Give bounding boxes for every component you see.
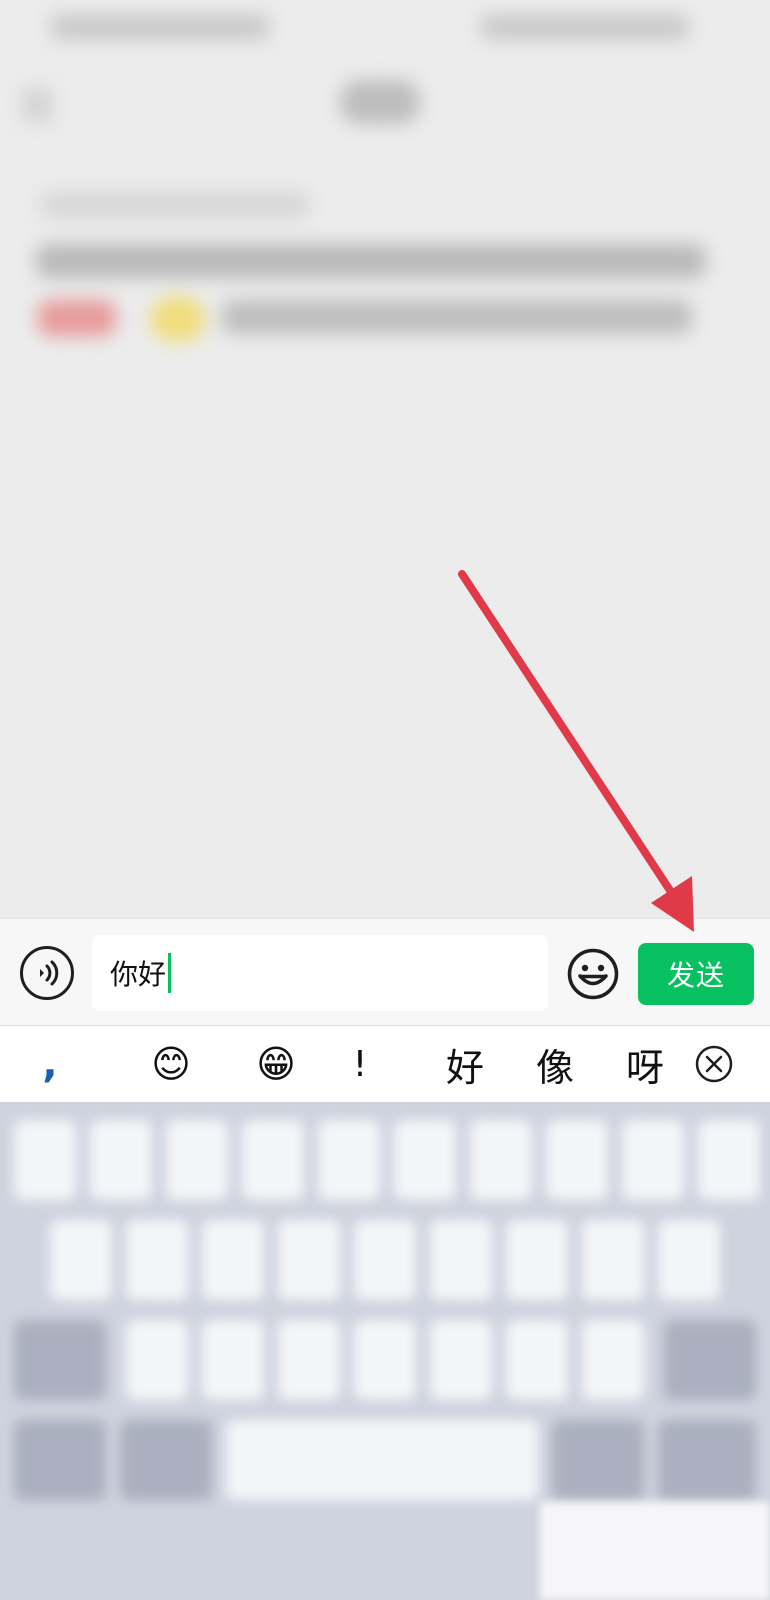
keyboard-key bbox=[546, 1120, 608, 1200]
candidate-emoji-grin[interactable]: 😁 bbox=[245, 1026, 307, 1102]
keyboard-key bbox=[698, 1120, 760, 1200]
keyboard-key bbox=[278, 1320, 340, 1400]
keyboard-key bbox=[126, 1220, 188, 1300]
message-timestamp-blurred bbox=[40, 192, 310, 218]
keyboard-key bbox=[90, 1120, 152, 1200]
keyboard-key bbox=[14, 1320, 106, 1400]
keyboard-key bbox=[430, 1320, 492, 1400]
keyboard-key bbox=[242, 1120, 304, 1200]
keyboard-key bbox=[552, 1420, 644, 1500]
candidate-emoji-smile[interactable]: 😊 bbox=[140, 1026, 202, 1102]
keyboard-key bbox=[506, 1220, 568, 1300]
status-bar-right-blurred bbox=[480, 14, 690, 40]
keyboard-key bbox=[430, 1220, 492, 1300]
emoji-icon bbox=[567, 948, 619, 1000]
keyboard-key bbox=[354, 1320, 416, 1400]
keyboard-key bbox=[278, 1220, 340, 1300]
emoji-blurred bbox=[150, 296, 206, 342]
keyboard-key bbox=[658, 1220, 720, 1300]
keyboard-key bbox=[394, 1120, 456, 1200]
chat-area-blurred bbox=[0, 0, 770, 918]
text-caret bbox=[168, 953, 172, 993]
keyboard-key bbox=[14, 1120, 76, 1200]
keyboard-key bbox=[582, 1320, 644, 1400]
send-button[interactable]: 发送 bbox=[638, 943, 754, 1005]
keyboard-key bbox=[126, 1320, 188, 1400]
candidate-comma[interactable]: , bbox=[30, 1026, 70, 1102]
keyboard-key bbox=[506, 1320, 568, 1400]
message-input-bar: 你好 发送 bbox=[0, 918, 770, 1026]
message-line-blurred bbox=[36, 244, 706, 278]
status-bar-left-blurred bbox=[50, 14, 270, 40]
keyboard-key bbox=[50, 1220, 112, 1300]
ime-candidate-bar: , 😊 😁 ! 好 像 呀 bbox=[0, 1026, 770, 1102]
keyboard-key bbox=[622, 1120, 684, 1200]
keyboard-key bbox=[664, 1320, 756, 1400]
emoji-button[interactable] bbox=[566, 947, 620, 1001]
keyboard-key bbox=[470, 1120, 532, 1200]
keyboard-key bbox=[14, 1420, 106, 1500]
candidate-word[interactable]: 像 bbox=[530, 1026, 580, 1102]
keyboard-bottom-blurred bbox=[540, 1502, 770, 1600]
candidate-word[interactable]: 好 bbox=[440, 1026, 490, 1102]
clear-icon bbox=[695, 1045, 733, 1083]
keyboard-key bbox=[202, 1220, 264, 1300]
message-line-blurred bbox=[222, 300, 692, 334]
candidate-exclamation[interactable]: ! bbox=[340, 1026, 380, 1102]
keyboard-blurred bbox=[0, 1102, 770, 1600]
keyboard-key bbox=[354, 1220, 416, 1300]
keyboard-key bbox=[166, 1120, 228, 1200]
keyboard-key bbox=[202, 1320, 264, 1400]
clear-candidates-button[interactable] bbox=[694, 1044, 734, 1084]
keyboard-key bbox=[226, 1420, 538, 1500]
keyboard-key bbox=[582, 1220, 644, 1300]
candidate-word[interactable]: 呀 bbox=[620, 1026, 670, 1102]
keyboard-key bbox=[318, 1120, 380, 1200]
keyboard-key bbox=[120, 1420, 212, 1500]
voice-button[interactable] bbox=[20, 946, 74, 1000]
voice-icon bbox=[40, 960, 59, 986]
message-text: 你好 bbox=[110, 958, 167, 991]
red-sticker-blurred bbox=[38, 300, 116, 336]
message-text-field[interactable]: 你好 bbox=[92, 935, 548, 1011]
back-button-blurred bbox=[22, 88, 52, 122]
keyboard-key bbox=[658, 1420, 756, 1500]
chat-title-blurred bbox=[340, 80, 420, 124]
